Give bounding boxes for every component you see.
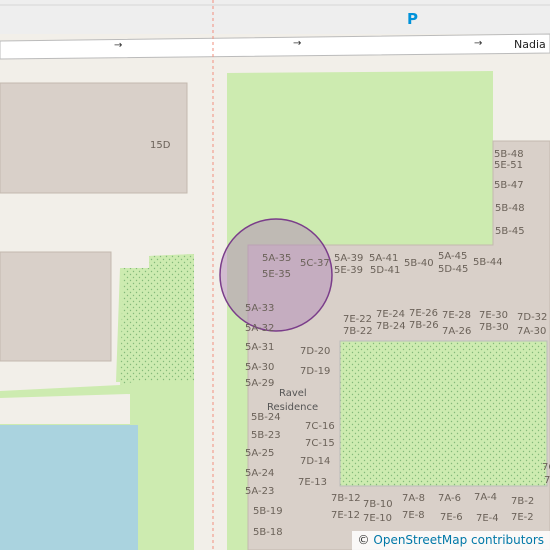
building-label: 7A-8 [402, 493, 425, 504]
building-label: 7B-30 [479, 322, 509, 333]
building-label: 7A-6 [438, 493, 461, 504]
building-label: 7B-24 [376, 321, 406, 332]
road-label: Nadia [514, 38, 546, 51]
walkway [194, 60, 227, 550]
building-label: 7E-8 [402, 510, 425, 521]
building-label: 7E-22 [343, 314, 373, 325]
building-label: 7E-12 [331, 510, 361, 521]
building-15d [0, 82, 188, 194]
building-label: 7B-22 [343, 326, 373, 337]
building-label: 5A-35 [262, 253, 292, 264]
building-label: 7C-16 [305, 421, 335, 432]
building-label: 7C [542, 462, 550, 473]
osm-contributors-link[interactable]: OpenStreetMap contributors [373, 533, 544, 547]
building-label: 7E-4 [476, 513, 499, 524]
building-label: 5B-18 [253, 527, 283, 538]
building-label: 5D-45 [438, 264, 469, 275]
building-label: 7E-26 [409, 308, 439, 319]
building-label: 7E-13 [298, 477, 328, 488]
building-label: 15D [150, 140, 171, 151]
building-label: 5C-37 [300, 258, 330, 269]
building-label: 7D-32 [517, 312, 548, 323]
building-label: 5E-51 [494, 160, 524, 171]
building-label: 5E-39 [334, 265, 364, 276]
building-label: 7B-12 [331, 493, 361, 504]
building-label: 7A-30 [517, 326, 547, 337]
building-label: 5A-45 [438, 251, 468, 262]
building-label: 7E-28 [442, 310, 472, 321]
map-attribution: © OpenStreetMap contributors [351, 531, 550, 550]
building-label: 5A-30 [245, 362, 275, 373]
building-left-mid [0, 251, 112, 362]
scrub-left [120, 254, 194, 385]
building-label: 5A-39 [334, 253, 364, 264]
residence-name-label: Ravel [279, 388, 307, 399]
building-label: 5B-23 [251, 430, 281, 441]
building-label: 5A-23 [245, 486, 275, 497]
building-label: 5E-35 [262, 269, 292, 280]
water-body [0, 425, 138, 550]
building-label: 5A-25 [245, 448, 275, 459]
building-label: 5B-48 [494, 149, 524, 160]
building-label: 5A-24 [245, 468, 275, 479]
building-label: 5B-19 [253, 506, 283, 517]
building-label: 5B-24 [251, 412, 281, 423]
oneway-arrow-icon: → [293, 38, 302, 49]
building-label: 5A-32 [245, 323, 275, 334]
parking-icon: P [407, 10, 418, 28]
building-label: 5A-29 [245, 378, 275, 389]
courtyard [339, 340, 548, 487]
building-label: 7B-2 [511, 496, 535, 507]
building-label: 7E-30 [479, 310, 509, 321]
building-label: 7D-14 [300, 456, 331, 467]
building-label: 7E-2 [511, 512, 534, 523]
building-label: 5B-48 [495, 203, 525, 214]
building-label: 5A-31 [245, 342, 275, 353]
building-label: 5B-44 [473, 257, 503, 268]
building-label: 7 [544, 475, 550, 486]
oneway-arrow-icon: → [474, 38, 483, 49]
building-label: 7B-10 [363, 499, 393, 510]
building-label: 7D-19 [300, 366, 331, 377]
building-label: 7D-20 [300, 346, 331, 357]
building-label: 5B-40 [404, 258, 434, 269]
building-label: 5B-47 [494, 180, 524, 191]
copyright-symbol: © [357, 533, 370, 547]
building-label: 5A-33 [245, 303, 275, 314]
building-label: 7A-4 [474, 492, 497, 503]
oneway-arrow-icon: → [114, 40, 123, 51]
building-label: 5A-41 [369, 253, 399, 264]
building-label: 7E-6 [440, 512, 463, 523]
building-label: 7B-26 [409, 320, 439, 331]
building-label: 5D-41 [370, 265, 401, 276]
building-label: 7A-26 [442, 326, 472, 337]
road-nadia [0, 33, 550, 60]
building-label: 7E-10 [363, 513, 393, 524]
building-label: 7C-15 [305, 438, 335, 449]
building-label: 7E-24 [376, 309, 406, 320]
building-label: 5B-45 [495, 226, 525, 237]
map-view[interactable]: P → → → Nadia 15D 5B-48 5E-51 5B-47 5B-4… [0, 0, 550, 550]
